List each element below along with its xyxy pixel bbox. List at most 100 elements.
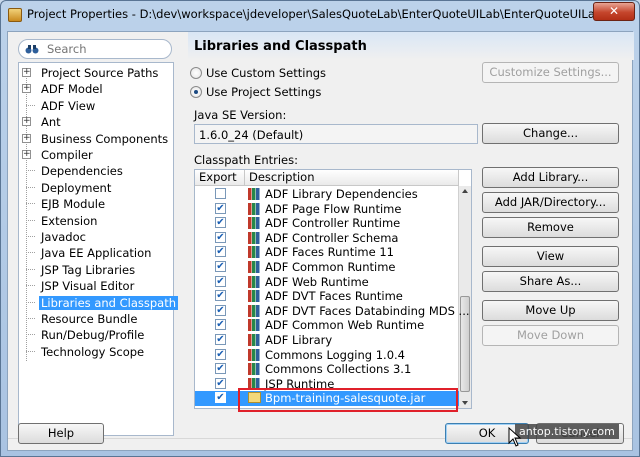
- entry-description: ADF Common Runtime: [265, 260, 396, 274]
- tree-item[interactable]: Libraries and Classpath: [19, 295, 179, 311]
- export-checkbox-checked[interactable]: ✔: [215, 348, 226, 360]
- entry-description: Commons Logging 1.0.4: [265, 347, 405, 362]
- entry-description: ADF Page Flow Runtime: [265, 201, 402, 216]
- tree-item[interactable]: Dependencies: [19, 163, 173, 179]
- scroll-down-icon[interactable]: [462, 401, 468, 405]
- tree-item-label: Project Source Paths: [41, 66, 159, 80]
- tree-item-label: Libraries and Classpath: [39, 295, 179, 310]
- tree-connector: [26, 219, 35, 221]
- export-checkbox[interactable]: [215, 188, 226, 199]
- library-icon: [248, 246, 260, 259]
- change-button[interactable]: Change...: [482, 123, 619, 144]
- move-up-button[interactable]: Move Up: [482, 300, 619, 321]
- expand-plus-icon[interactable]: +: [22, 68, 31, 77]
- export-checkbox-checked[interactable]: ✔: [215, 334, 226, 345]
- help-button[interactable]: Help: [18, 423, 104, 444]
- table-row[interactable]: ✔ ADF Common Web Runtime: [195, 318, 459, 333]
- tree-item[interactable]: Deployment: [19, 180, 173, 196]
- table-row[interactable]: ✔ ADF Controller Runtime: [195, 216, 459, 231]
- watermark: antop.tistory.com: [515, 424, 619, 439]
- export-column-header[interactable]: Export: [195, 170, 245, 186]
- export-checkbox-checked[interactable]: ✔: [215, 202, 226, 214]
- table-row[interactable]: ✔ Commons Collections 3.1: [195, 362, 459, 377]
- radio-checked-icon: [190, 86, 202, 98]
- expand-plus-icon[interactable]: +: [22, 117, 31, 127]
- tree-item[interactable]: JSP Visual Editor: [19, 278, 173, 294]
- expand-plus-icon[interactable]: +: [22, 84, 31, 94]
- tree-item[interactable]: + ADF Model: [19, 81, 173, 97]
- table-row[interactable]: ✔ ADF DVT Faces Runtime: [195, 289, 459, 304]
- export-checkbox-checked[interactable]: ✔: [215, 231, 226, 243]
- panel-title: Libraries and Classpath: [188, 32, 634, 60]
- tree-item[interactable]: Technology Scope: [19, 344, 173, 360]
- export-checkbox-checked[interactable]: ✔: [215, 217, 226, 229]
- mouse-cursor-icon: [508, 427, 522, 447]
- table-row[interactable]: ✔ ADF DVT Faces Databinding MDS ...: [195, 304, 470, 319]
- tree-item[interactable]: + Business Components: [19, 131, 173, 147]
- expand-plus-icon[interactable]: +: [22, 150, 31, 159]
- table-row[interactable]: ADF Library Dependencies: [195, 187, 459, 202]
- library-icon: [248, 334, 260, 346]
- tree-item[interactable]: Extension: [19, 213, 173, 229]
- export-checkbox-checked[interactable]: ✔: [215, 392, 226, 404]
- close-button[interactable]: ✕: [593, 2, 635, 21]
- tree-item-label: ADF View: [41, 98, 96, 113]
- export-checkbox-checked[interactable]: ✔: [215, 304, 226, 316]
- table-row[interactable]: ✔ ADF Page Flow Runtime: [195, 202, 459, 217]
- entry-description: ADF Library Dependencies: [265, 187, 418, 201]
- add-jar-directory-button[interactable]: Add JAR/Directory...: [482, 192, 619, 213]
- move-down-button[interactable]: Move Down: [482, 325, 619, 346]
- description-column-header[interactable]: Description: [245, 170, 459, 186]
- tree-item[interactable]: Java EE Application: [19, 245, 173, 261]
- tree-item[interactable]: Javadoc: [19, 229, 173, 245]
- export-checkbox-checked[interactable]: ✔: [215, 290, 226, 302]
- title-bar: Project Properties - D:\dev\workspace\jd…: [1, 1, 639, 29]
- use-project-settings-label: Use Project Settings: [206, 85, 322, 99]
- export-checkbox-checked[interactable]: ✔: [215, 246, 226, 258]
- export-checkbox-checked[interactable]: ✔: [215, 261, 226, 272]
- app-icon: [8, 8, 22, 22]
- table-row[interactable]: ✔ ADF Web Runtime: [195, 275, 459, 290]
- export-checkbox-checked[interactable]: ✔: [215, 275, 226, 287]
- tree-item-label: JSP Tag Libraries: [41, 262, 136, 277]
- share-as-button[interactable]: Share As...: [482, 271, 619, 292]
- tree-item[interactable]: + Project Source Paths: [19, 65, 173, 81]
- library-icon: [248, 231, 260, 244]
- export-checkbox-checked[interactable]: ✔: [215, 319, 226, 331]
- classpath-entries-label: Classpath Entries:: [194, 153, 298, 167]
- library-icon: [248, 319, 260, 332]
- vertical-scrollbar[interactable]: [458, 186, 471, 408]
- export-checkbox-checked[interactable]: ✔: [215, 363, 226, 375]
- entry-description: Commons Collections 3.1: [265, 362, 412, 377]
- use-custom-settings-radio[interactable]: Use Custom Settings: [190, 65, 326, 81]
- table-row[interactable]: ✔ ADF Faces Runtime 11: [195, 245, 459, 260]
- tree-connector: [26, 203, 35, 205]
- tree-item[interactable]: + Ant: [19, 114, 173, 130]
- project-properties-window: Project Properties - D:\dev\workspace\jd…: [0, 0, 640, 457]
- tree-item[interactable]: ADF View: [19, 98, 173, 114]
- export-checkbox-checked[interactable]: ✔: [215, 377, 226, 389]
- add-library-button[interactable]: Add Library...: [482, 167, 619, 188]
- view-button[interactable]: View: [482, 246, 619, 267]
- tree-item[interactable]: Resource Bundle: [19, 311, 173, 327]
- table-row[interactable]: ✔ ADF Controller Schema: [195, 231, 459, 246]
- table-row[interactable]: ✔ ADF Library: [195, 333, 459, 348]
- entry-description: ADF DVT Faces Databinding MDS ...: [265, 303, 470, 318]
- tree-connector: [26, 252, 35, 254]
- tree-item[interactable]: Run/Debug/Profile: [19, 327, 173, 343]
- use-project-settings-radio[interactable]: Use Project Settings: [190, 84, 321, 100]
- customize-settings-button[interactable]: Customize Settings...: [482, 62, 619, 83]
- scroll-up-icon[interactable]: [462, 189, 468, 193]
- expand-plus-icon[interactable]: +: [22, 133, 31, 143]
- tree-item[interactable]: JSP Tag Libraries: [19, 262, 173, 278]
- tree-item[interactable]: EJB Module: [19, 196, 173, 212]
- binoculars-icon: [25, 45, 39, 54]
- search-input[interactable]: [47, 42, 167, 56]
- table-row[interactable]: ✔ Commons Logging 1.0.4: [195, 348, 459, 363]
- tree-item-label: Extension: [41, 213, 98, 228]
- search-box[interactable]: [18, 39, 172, 59]
- tree-connector: [26, 236, 35, 237]
- remove-button[interactable]: Remove: [482, 217, 619, 238]
- table-row[interactable]: ✔ ADF Common Runtime: [195, 260, 459, 275]
- tree-item[interactable]: + Compiler: [19, 147, 173, 163]
